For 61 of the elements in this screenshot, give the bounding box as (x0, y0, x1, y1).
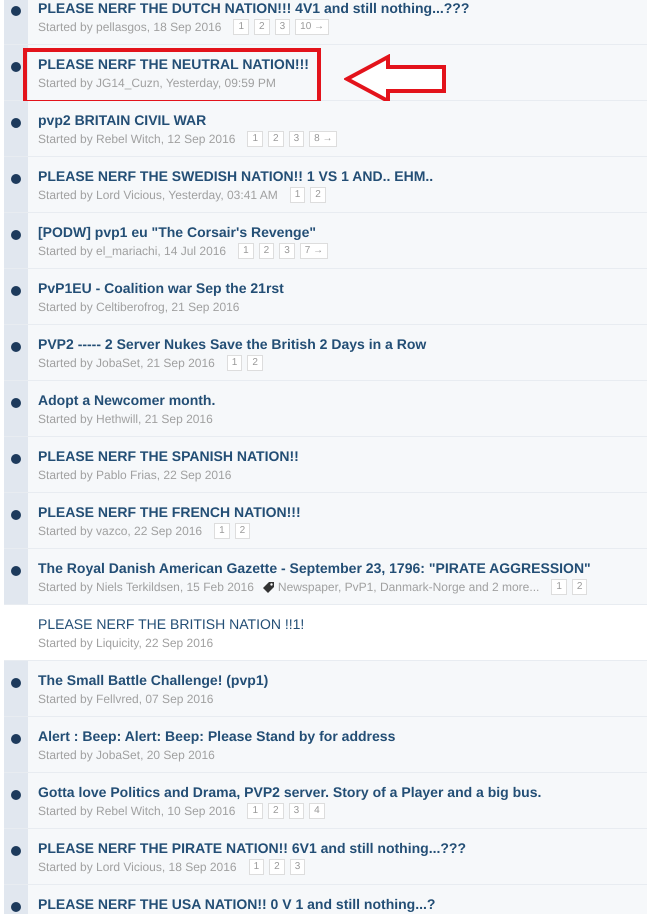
topic-title-link[interactable]: PvP1EU - Coalition war Sep the 21rst (38, 280, 284, 297)
page-link[interactable]: 8 → (309, 131, 338, 147)
topic-title-link[interactable]: PVP2 ----- 2 Server Nukes Save the British 2 Days in a Row (38, 336, 426, 353)
page-link[interactable]: 1 (214, 523, 230, 539)
page-link[interactable]: 3 (288, 803, 304, 819)
topic-starter-text: Started by Lord Vicious, Yesterday, 03:41 AM (38, 187, 278, 203)
topic-starter-text: Started by el_mariachi, 14 Jul 2016 (38, 243, 226, 259)
page-link[interactable]: 1 (233, 19, 250, 35)
page-link[interactable]: 2 (268, 131, 284, 147)
page-link[interactable]: 3 (290, 859, 306, 875)
topic-title-link[interactable]: The Small Battle Challenge! (pvp1) (38, 672, 268, 689)
page-link[interactable]: 1 (247, 131, 264, 147)
page-link[interactable]: 2 (310, 187, 326, 203)
topic-starter-text: Started by Pablo Frias, 22 Sep 2016 (38, 467, 232, 483)
page-link[interactable]: 3 (274, 19, 290, 35)
topic-title-link[interactable]: PLEASE NERF THE NEUTRAL NATION!!! (38, 56, 309, 73)
page-link[interactable]: 1 (238, 243, 254, 259)
page-link[interactable]: 7 → (300, 243, 328, 259)
page-link[interactable]: 2 (247, 355, 263, 371)
page-link[interactable]: 2 (572, 579, 588, 595)
page-link[interactable]: 2 (258, 243, 274, 259)
topic-tags[interactable]: Newspaper, PvP1, Danmark-Norge and 2 more... (278, 579, 540, 595)
topic-title-link[interactable]: PLEASE NERF THE PIRATE NATION!! 6V1 and still nothing...??? (38, 840, 466, 857)
topic-title-link[interactable]: The Royal Danish American Gazette - September 23, 1796: "PIRATE AGGRESSION" (38, 560, 591, 577)
page-link[interactable]: 1 (226, 355, 242, 371)
topic-starter-text: Started by Celtiberofrog, 21 Sep 2016 (38, 299, 240, 315)
page-link[interactable]: 2 (234, 523, 250, 539)
topic-starter-text: Started by Hethwill, 21 Sep 2016 (38, 411, 213, 427)
page-link[interactable]: 1 (248, 859, 264, 875)
topic-starter-text: Started by Niels Terkildsen, 15 Feb 2016 (38, 579, 254, 595)
page-link[interactable]: 4 (309, 803, 325, 819)
topic-title-link[interactable]: PLEASE NERF THE SPANISH NATION!! (38, 448, 299, 465)
topic-starter-text: Started by vazco, 22 Sep 2016 (38, 523, 202, 539)
topic-starter-text: Started by Rebel Witch, 10 Sep 2016 (38, 803, 236, 819)
topic-starter-text: Started by Lord Vicious, 18 Sep 2016 (38, 859, 237, 875)
topic-starter-text: Started by Liquicity, 22 Sep 2016 (38, 635, 214, 651)
page-link[interactable]: 10 → (295, 19, 330, 35)
topic-title-link[interactable]: Adopt a Newcomer month. (38, 392, 216, 409)
page-link[interactable]: 1 (551, 579, 567, 595)
topic-title-link[interactable]: PLEASE NERF THE DUTCH NATION!!! 4V1 and still nothing...??? (38, 0, 470, 17)
topic-starter-text: Started by JobaSet, 21 Sep 2016 (38, 355, 215, 371)
page-link[interactable]: 2 (254, 19, 270, 35)
topic-title-link[interactable]: PLEASE NERF THE SWEDISH NATION!! 1 VS 1 AND.. EHM.. (38, 168, 434, 185)
page-link[interactable]: 2 (268, 803, 284, 819)
page-link[interactable]: 2 (269, 859, 285, 875)
topic-starter-text: Started by pellasgos, 18 Sep 2016 (38, 19, 222, 35)
topic-title-link[interactable]: pvp2 BRITAIN CIVIL WAR (38, 112, 206, 129)
topic-starter-text: Started by Rebel Witch, 12 Sep 2016 (38, 131, 236, 147)
topic-starter-text: Started by JobaSet, 20 Sep 2016 (38, 747, 215, 763)
page-link[interactable]: 1 (290, 187, 306, 203)
topic-title-link[interactable]: Gotta love Politics and Drama, PVP2 server. Story of a Player and a big bus. (38, 784, 542, 801)
topic-title-link[interactable]: [PODW] pvp1 eu "The Corsair's Revenge" (38, 224, 316, 241)
page-link[interactable]: 3 (288, 131, 304, 147)
topic-title-link[interactable]: PLEASE NERF THE FRENCH NATION!!! (38, 504, 301, 521)
topic-starter-text: Started by JG14_Cuzn, Yesterday, 09:59 PM (38, 75, 276, 91)
page-link[interactable]: 1 (247, 803, 264, 819)
page-link[interactable]: 3 (279, 243, 295, 259)
topic-starter-text: Started by Fellvred, 07 Sep 2016 (38, 691, 214, 707)
tag-icon (262, 580, 275, 594)
topic-title-link[interactable]: PLEASE NERF THE BRITISH NATION !!1! (38, 616, 304, 633)
topic-title-link[interactable]: Alert : Beep: Alert: Beep: Please Stand by for address (38, 728, 396, 745)
